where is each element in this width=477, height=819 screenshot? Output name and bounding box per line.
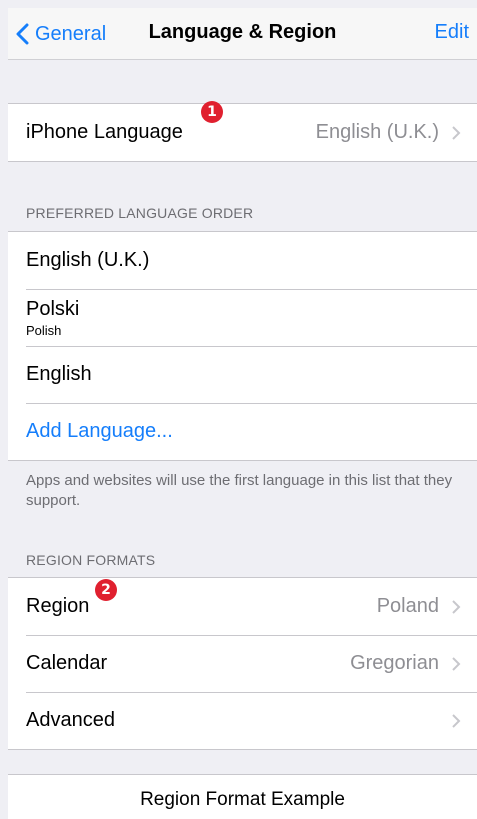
region-value: Poland	[376, 595, 439, 617]
region-format-example-title: Region Format Example	[140, 789, 345, 810]
preferred-language-group: English (U.K.) Polski Polish English Add…	[8, 231, 477, 461]
advanced-label: Advanced	[26, 709, 115, 731]
language-item-sublabel: Polish	[26, 322, 62, 338]
add-language-label: Add Language...	[26, 420, 173, 442]
language-item-english-uk[interactable]: English (U.K.)	[8, 232, 477, 289]
language-item-polski[interactable]: Polski Polish	[8, 289, 477, 346]
language-order-note: Apps and websites will use the first lan…	[26, 472, 453, 509]
calendar-row[interactable]: Calendar Gregorian	[8, 635, 477, 692]
iphone-language-row[interactable]: iPhone Language English (U.K.)	[8, 104, 477, 161]
iphone-language-group: iPhone Language English (U.K.)	[8, 103, 477, 162]
back-button-label: General	[35, 22, 107, 45]
edit-button[interactable]: Edit	[435, 21, 469, 44]
add-language-button[interactable]: Add Language...	[8, 403, 477, 460]
region-format-example-panel: Region Format Example	[8, 774, 477, 819]
preferred-language-header: PREFERRED LANGUAGE ORDER	[26, 205, 254, 221]
region-formats-group: Region Poland Calendar Gregorian Advance…	[8, 577, 477, 750]
language-item-label: English (U.K.)	[26, 249, 150, 271]
calendar-value: Gregorian	[350, 652, 439, 674]
iphone-language-label: iPhone Language	[26, 121, 183, 143]
navigation-bar: General Language & Region Edit	[8, 8, 477, 60]
chevron-right-icon	[452, 656, 461, 671]
region-label: Region	[26, 595, 90, 617]
chevron-left-icon	[16, 23, 29, 45]
region-formats-header: REGION FORMATS	[26, 552, 156, 568]
chevron-right-icon	[452, 713, 461, 728]
iphone-language-value: English (U.K.)	[315, 121, 439, 143]
chevron-right-icon	[452, 125, 461, 140]
language-item-label: Polski	[26, 297, 80, 320]
chevron-right-icon	[452, 599, 461, 614]
advanced-row[interactable]: Advanced	[8, 692, 477, 749]
language-item-label: English	[26, 363, 92, 385]
back-button[interactable]: General	[16, 20, 106, 48]
annotation-badge-2: 2	[95, 579, 117, 601]
annotation-badge-1: 1	[201, 101, 223, 123]
language-item-english[interactable]: English	[8, 346, 477, 403]
calendar-label: Calendar	[26, 652, 108, 674]
settings-screen: General Language & Region Edit iPhone La…	[0, 0, 477, 819]
region-row[interactable]: Region Poland	[8, 578, 477, 635]
